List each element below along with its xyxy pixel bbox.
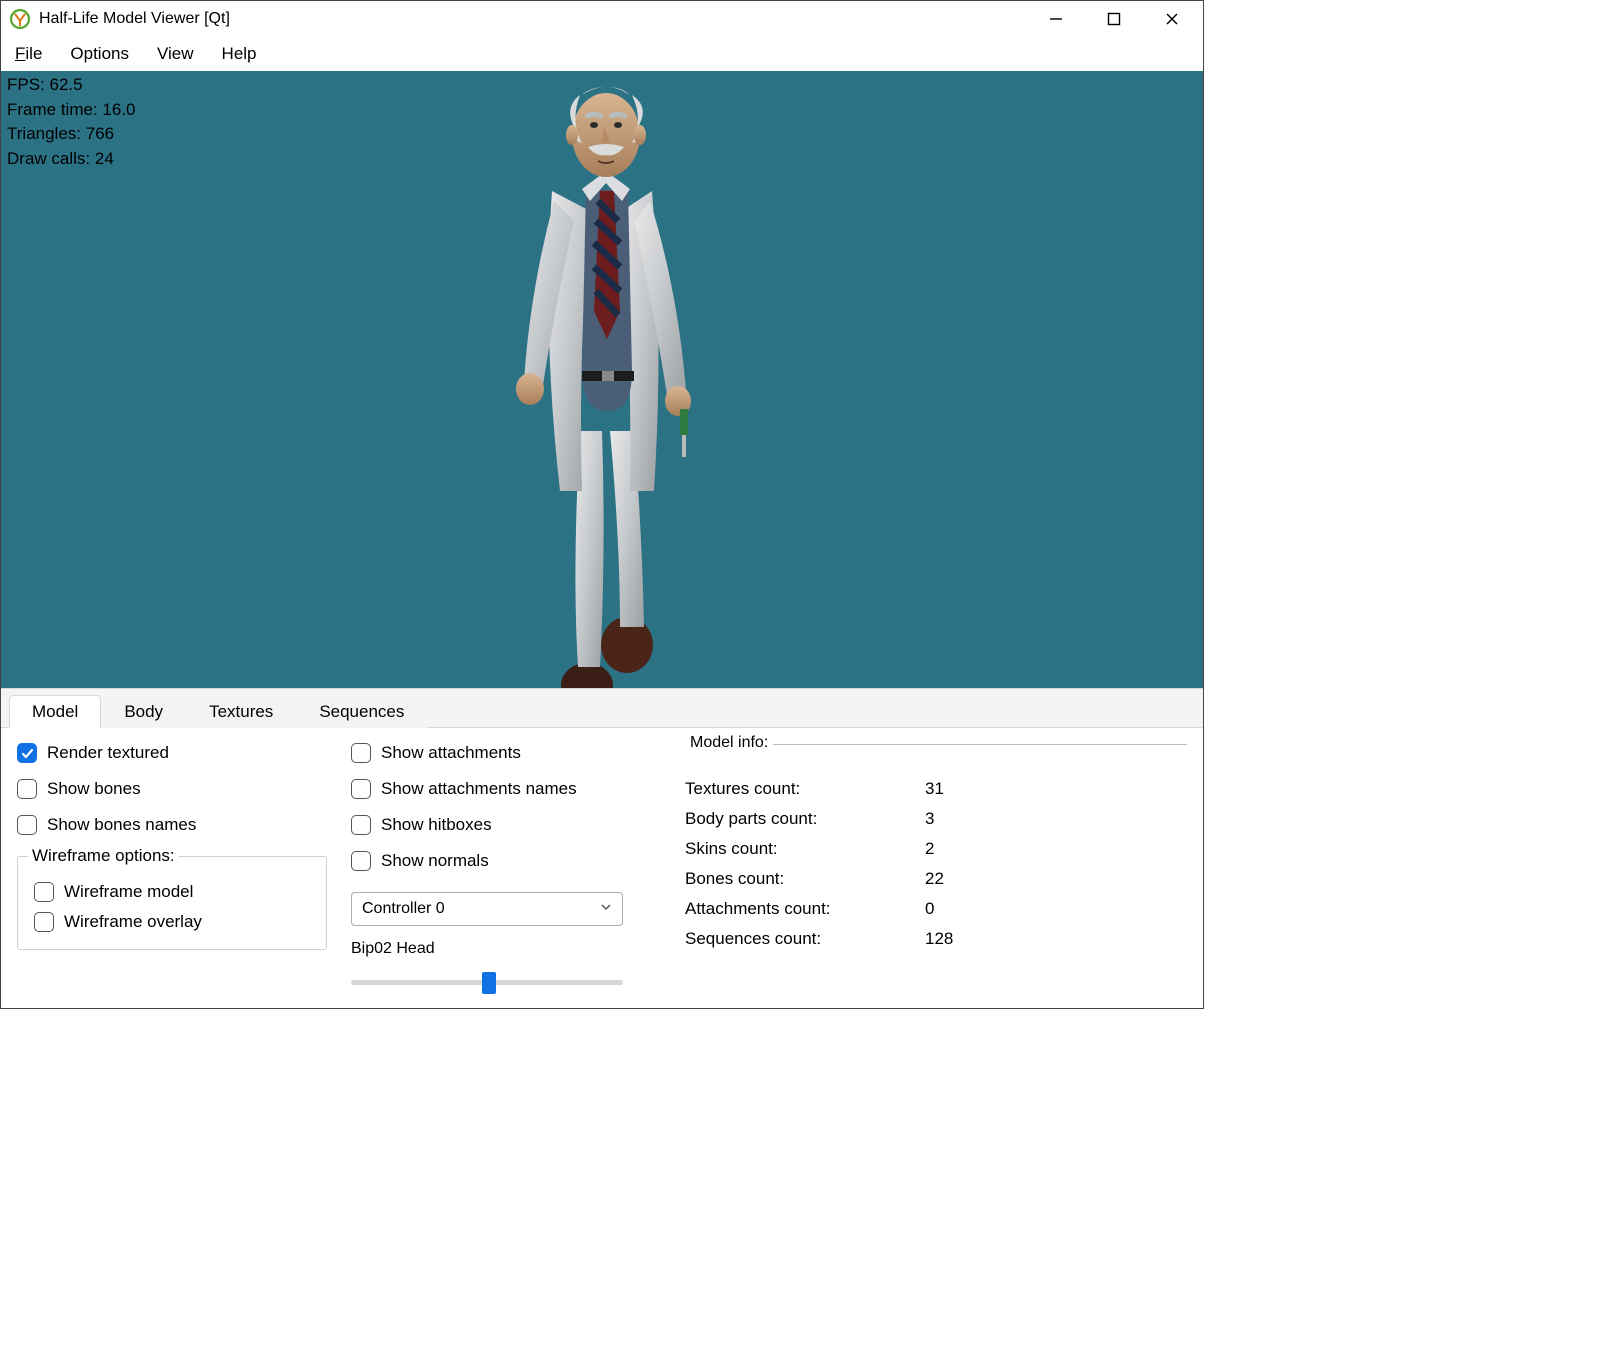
titlebar: Half-Life Model Viewer [Qt] <box>1 1 1203 37</box>
info-val-textures: 31 <box>925 779 1187 799</box>
checkbox-render-textured[interactable] <box>17 743 37 763</box>
info-key-textures: Textures count: <box>685 779 925 799</box>
info-val-attach: 0 <box>925 899 1187 919</box>
label-show-attachments-names: Show attachments names <box>381 779 577 799</box>
group-model-info: Model info: <box>685 744 1187 763</box>
checkbox-show-normals[interactable] <box>351 851 371 871</box>
menu-file[interactable]: File <box>15 44 42 64</box>
checkbox-show-attachments-names[interactable] <box>351 779 371 799</box>
window-title: Half-Life Model Viewer [Qt] <box>39 10 230 28</box>
checkbox-show-bones[interactable] <box>17 779 37 799</box>
slider-thumb[interactable] <box>482 972 496 994</box>
info-key-attach: Attachments count: <box>685 899 925 919</box>
select-controller-value: Controller 0 <box>362 900 445 918</box>
info-val-skins: 2 <box>925 839 1187 859</box>
app-window: Half-Life Model Viewer [Qt] File Options… <box>0 0 1204 1009</box>
group-wireframe: Wireframe options: Wireframe model Wiref… <box>17 856 327 950</box>
legend-wireframe: Wireframe options: <box>28 846 179 866</box>
label-wireframe-model: Wireframe model <box>64 882 193 902</box>
tab-content-model: Render textured Show bones Show bones na… <box>1 727 1203 1008</box>
info-key-sequences: Sequences count: <box>685 929 925 949</box>
tab-bar: Model Body Textures Sequences <box>1 689 1203 728</box>
stat-draw-calls: 24 <box>95 149 114 168</box>
stats-overlay: FPS: 62.5 Frame time: 16.0 Triangles: 76… <box>7 73 136 172</box>
label-show-attachments: Show attachments <box>381 743 521 763</box>
label-show-normals: Show normals <box>381 851 489 871</box>
label-wireframe-overlay: Wireframe overlay <box>64 912 202 932</box>
label-render-textured: Render textured <box>47 743 169 763</box>
select-controller[interactable]: Controller 0 <box>351 892 623 926</box>
menu-options[interactable]: Options <box>70 44 129 64</box>
tab-model[interactable]: Model <box>9 695 101 728</box>
info-val-bodyparts: 3 <box>925 809 1187 829</box>
checkbox-show-attachments[interactable] <box>351 743 371 763</box>
label-controller-bone: Bip02 Head <box>351 940 661 958</box>
control-panel: Model Body Textures Sequences Render tex… <box>1 688 1203 1008</box>
tab-body[interactable]: Body <box>101 695 186 728</box>
viewport-3d[interactable]: FPS: 62.5 Frame time: 16.0 Triangles: 76… <box>1 71 1203 688</box>
info-key-skins: Skins count: <box>685 839 925 859</box>
menu-view[interactable]: View <box>157 44 194 64</box>
close-button[interactable] <box>1143 1 1201 37</box>
label-show-bones-names: Show bones names <box>47 815 196 835</box>
info-val-sequences: 128 <box>925 929 1187 949</box>
slider-controller[interactable] <box>351 970 623 994</box>
menubar: File Options View Help <box>1 37 1203 71</box>
info-key-bones: Bones count: <box>685 869 925 889</box>
checkbox-show-bones-names[interactable] <box>17 815 37 835</box>
info-val-bones: 22 <box>925 869 1187 889</box>
maximize-button[interactable] <box>1085 1 1143 37</box>
app-icon <box>9 8 31 30</box>
stat-frame-time: 16.0 <box>102 100 135 119</box>
model-scientist <box>482 71 722 688</box>
chevron-down-icon <box>600 900 612 918</box>
checkbox-show-hitboxes[interactable] <box>351 815 371 835</box>
stat-fps: 62.5 <box>50 75 83 94</box>
checkbox-wireframe-overlay[interactable] <box>34 912 54 932</box>
info-key-bodyparts: Body parts count: <box>685 809 925 829</box>
menu-help[interactable]: Help <box>222 44 257 64</box>
legend-model-info: Model info: <box>685 734 773 752</box>
label-show-hitboxes: Show hitboxes <box>381 815 492 835</box>
label-show-bones: Show bones <box>47 779 141 799</box>
model-info-grid: Textures count:31 Body parts count:3 Ski… <box>685 779 1187 949</box>
stat-triangles: 766 <box>86 124 114 143</box>
tab-sequences[interactable]: Sequences <box>296 695 427 728</box>
tab-textures[interactable]: Textures <box>186 695 296 728</box>
minimize-button[interactable] <box>1027 1 1085 37</box>
checkbox-wireframe-model[interactable] <box>34 882 54 902</box>
